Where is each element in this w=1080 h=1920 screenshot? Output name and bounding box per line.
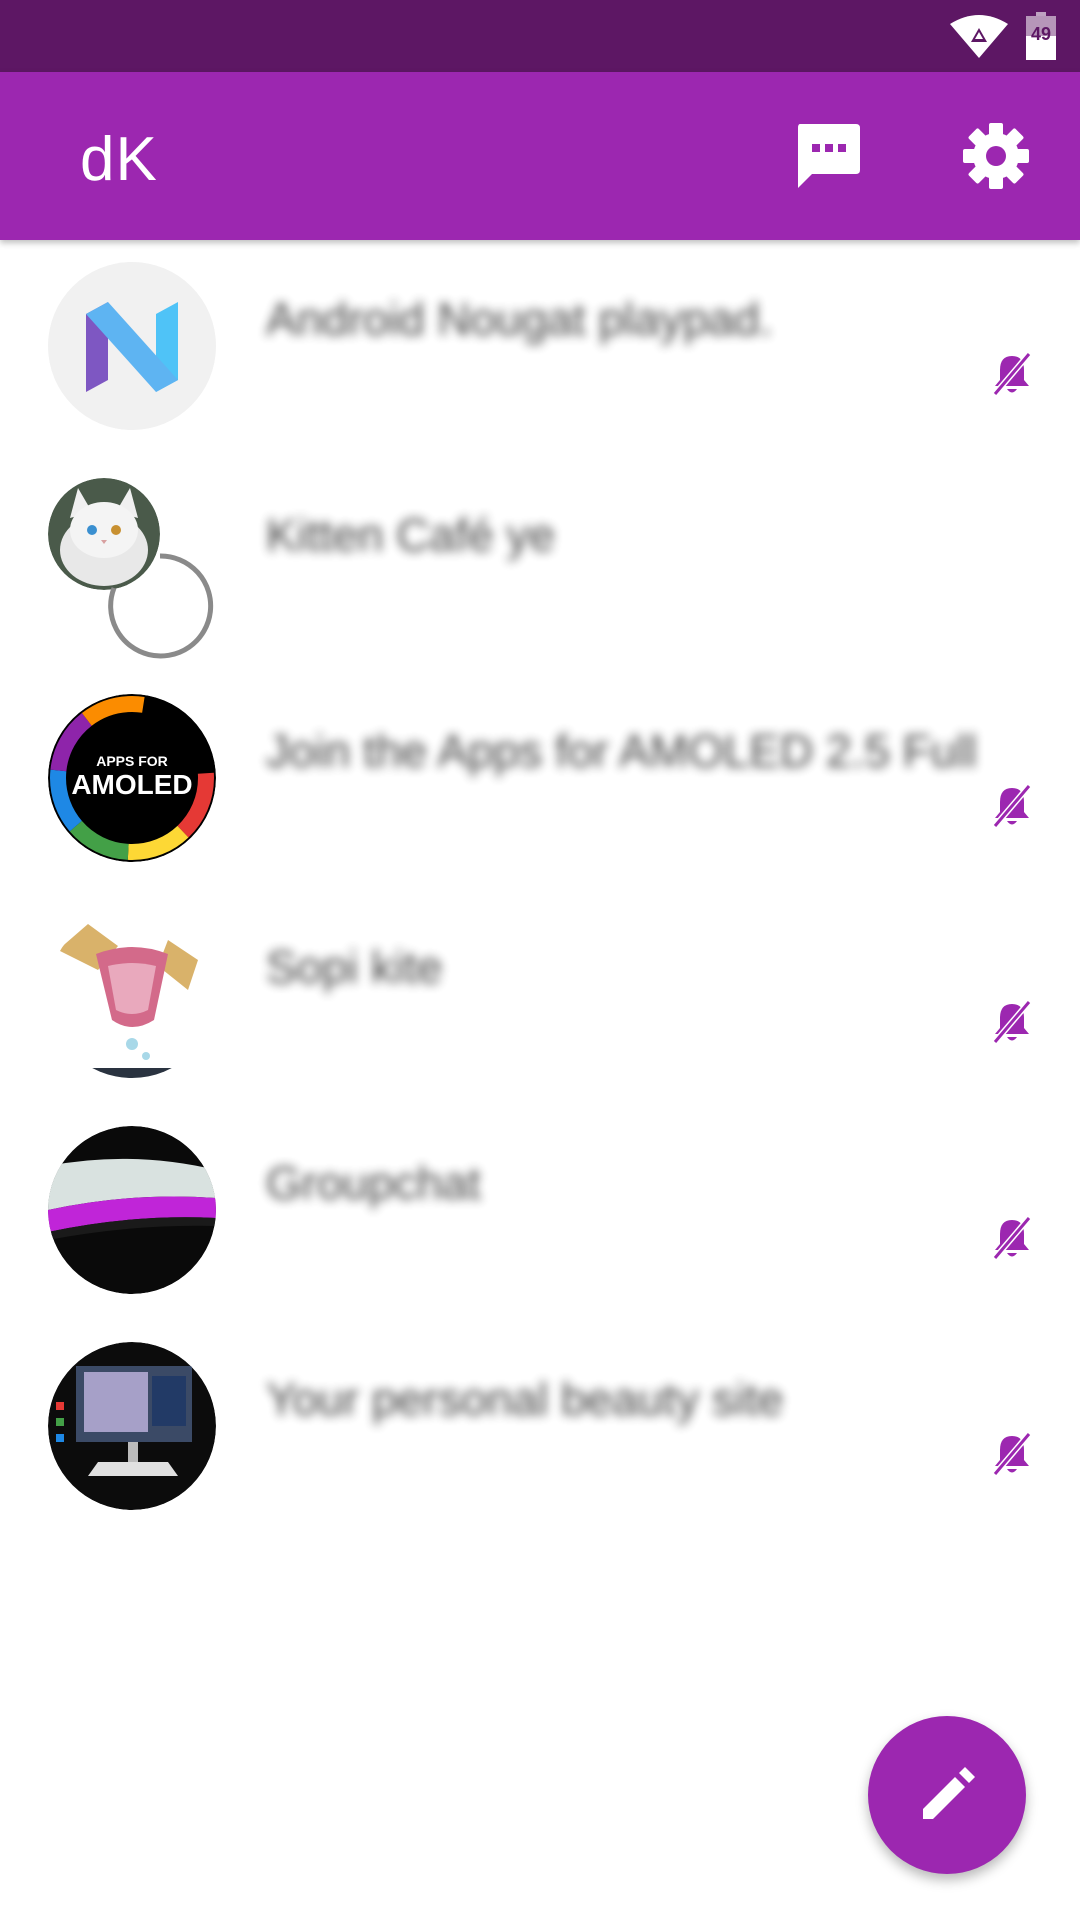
drawing-image-icon: [48, 910, 216, 1078]
notifications-off-icon: [992, 352, 1032, 396]
compose-fab-button[interactable]: [868, 1716, 1026, 1874]
conversation-item[interactable]: Your personal beauty site: [0, 1320, 1080, 1536]
svg-text:APPS FOR: APPS FOR: [96, 753, 168, 769]
conversation-item[interactable]: Kitten Café ye: [0, 456, 1080, 672]
phone-screen-photo-icon: [48, 1126, 216, 1294]
battery-level: 49: [1030, 24, 1052, 44]
chat-bubble-icon[interactable]: [792, 120, 864, 192]
app-toolbar: dK: [0, 72, 1080, 240]
notifications-off-icon: [992, 1216, 1032, 1260]
gear-icon[interactable]: [960, 120, 1032, 192]
conversation-title: Android Nougat playpad.: [266, 293, 773, 345]
apps-for-amoled-logo-icon: APPS FOR AMOLED: [48, 694, 216, 862]
conversation-title: Sopi kite: [266, 941, 443, 993]
conversation-item[interactable]: Groupchat: [0, 1104, 1080, 1320]
conversation-title: Groupchat: [266, 1157, 481, 1209]
conversation-title: Kitten Café ye: [266, 509, 555, 561]
status-bar: 49: [0, 0, 1080, 72]
notifications-off-icon: [992, 1432, 1032, 1476]
conversation-item[interactable]: Sopi kite: [0, 888, 1080, 1104]
avatar: [48, 1126, 216, 1294]
app-screen: 49 dK Android Nougat playpad. Kitten Caf…: [0, 0, 1080, 1920]
conversation-title: Your personal beauty site: [266, 1373, 784, 1425]
wifi-icon: [950, 15, 1008, 58]
avatar: APPS FOR AMOLED: [48, 694, 216, 862]
conversation-item[interactable]: APPS FOR AMOLED Join the Apps for AMOLED…: [0, 672, 1080, 888]
loading-spinner-icon: [108, 553, 214, 659]
svg-text:AMOLED: AMOLED: [71, 769, 192, 800]
notifications-off-icon: [992, 1000, 1032, 1044]
avatar: [48, 910, 216, 1078]
app-title: dK: [80, 125, 158, 194]
avatar: [48, 1342, 216, 1510]
conversation-item[interactable]: Android Nougat playpad.: [0, 240, 1080, 456]
conversation-title: Join the Apps for AMOLED 2.5 Full: [266, 725, 977, 777]
android-n-logo-icon: [48, 262, 216, 430]
pencil-icon: [923, 1767, 975, 1819]
monitor-photo-icon: [48, 1342, 216, 1510]
avatar: [48, 262, 216, 430]
notifications-off-icon: [992, 784, 1032, 828]
